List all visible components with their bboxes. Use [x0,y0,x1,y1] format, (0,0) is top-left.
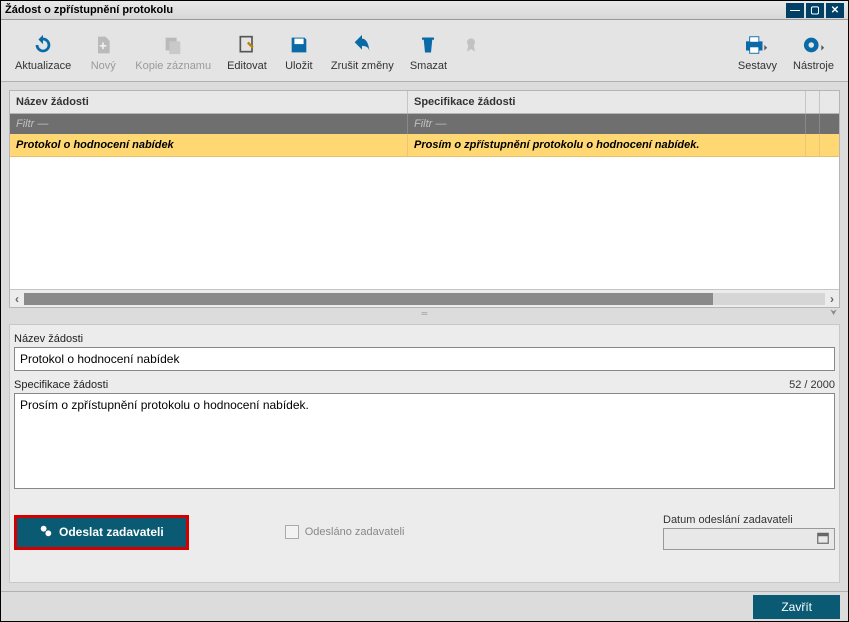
sent-checkbox-label: Odesláno zadavateli [305,526,405,538]
gear-icon [801,32,827,58]
date-column: Datum odeslání zadavateli [663,514,835,550]
scroll-thumb[interactable] [24,293,713,305]
scroll-left-icon[interactable]: ‹ [10,292,24,306]
row-name: Protokol o hodnocení nabídek [10,134,408,156]
spec-textarea[interactable] [14,393,835,489]
copy-icon [162,32,184,58]
gears-icon [39,524,53,541]
new-icon [93,32,113,58]
calendar-icon[interactable] [816,531,830,548]
scroll-right-icon[interactable]: › [825,292,839,306]
sent-checkbox[interactable] [285,525,299,539]
resize-handle[interactable]: ═⮟ [9,308,840,318]
window-title: Žádost o zpřístupnění protokolu [5,4,784,16]
name-row: Název žádosti [14,333,835,371]
spec-label: Specifikace žádosti [14,379,108,391]
row-spec: Prosím o zpřístupnění protokolu o hodnoc… [408,134,806,156]
maximize-button[interactable]: ▢ [806,3,824,18]
save-icon [288,32,310,58]
detail-form: Název žádosti Specifikace žádosti 52 / 2… [9,324,840,583]
save-button[interactable]: Uložit [275,28,323,74]
edit-button[interactable]: Editovat [219,28,275,74]
content: Název žádosti Specifikace žádosti Filtr … [1,82,848,591]
grid-body: Protokol o hodnocení nabídek Prosím o zp… [10,134,839,289]
minimize-button[interactable]: — [786,3,804,18]
edit-label: Editovat [227,60,267,72]
undo-icon [351,32,373,58]
printer-icon [744,32,770,58]
grid-hscroll[interactable]: ‹ › [10,289,839,307]
footer: Zavřít [1,591,848,621]
new-button[interactable]: Nový [79,28,127,74]
new-label: Nový [91,60,116,72]
undo-button[interactable]: Zrušit změny [323,28,402,74]
send-button-label: Odeslat zadavateli [59,525,164,539]
date-field[interactable] [663,528,835,550]
tools-button[interactable]: Nástroje [785,28,842,74]
tools-label: Nástroje [793,60,834,72]
name-label: Název žádosti [14,333,835,345]
grid: Název žádosti Specifikace žádosti Filtr … [9,90,840,308]
delete-icon [419,32,437,58]
grid-header-extra[interactable] [806,91,820,113]
badge-icon [463,32,479,58]
undo-label: Zrušit změny [331,60,394,72]
titlebar: Žádost o zpřístupnění protokolu — ▢ ✕ [1,1,848,20]
refresh-button[interactable]: Aktualizace [7,28,79,74]
reports-label: Sestavy [738,60,777,72]
window: Žádost o zpřístupnění protokolu — ▢ ✕ Ak… [0,0,849,622]
scroll-track[interactable] [24,293,825,305]
refresh-icon [32,32,54,58]
table-row[interactable]: Protokol o hodnocení nabídek Prosím o zp… [10,134,839,157]
char-counter: 52 / 2000 [789,379,835,391]
toolbar: Aktualizace Nový Kopie záznamu Editovat … [1,20,848,82]
grid-header-spec[interactable]: Specifikace žádosti [408,91,806,113]
row-extra [806,134,820,156]
save-label: Uložit [285,60,313,72]
date-label: Datum odeslání zadavateli [663,514,835,526]
badge-button[interactable] [455,28,487,74]
close-window-button[interactable]: ✕ [826,3,844,18]
send-button[interactable]: Odeslat zadavateli [14,515,189,550]
grid-filter-extra[interactable] [806,114,820,134]
name-input[interactable] [14,347,835,371]
copy-label: Kopie záznamu [135,60,211,72]
spec-row: Specifikace žádosti 52 / 2000 [14,379,835,492]
form-bottom-row: Odeslat zadavateli Odesláno zadavateli D… [14,514,835,556]
grid-filter-row: Filtr — Filtr — [10,114,839,134]
delete-label: Smazat [410,60,447,72]
sent-checkbox-wrap: Odesláno zadavateli [285,525,405,539]
reports-button[interactable]: Sestavy [730,28,785,74]
grid-filter-name[interactable]: Filtr — [10,114,408,134]
edit-icon [237,32,257,58]
grid-filter-spec[interactable]: Filtr — [408,114,806,134]
delete-button[interactable]: Smazat [402,28,455,74]
refresh-label: Aktualizace [15,60,71,72]
grid-header: Název žádosti Specifikace žádosti [10,91,839,114]
copy-button[interactable]: Kopie záznamu [127,28,219,74]
close-button[interactable]: Zavřít [753,595,840,619]
grid-header-name[interactable]: Název žádosti [10,91,408,113]
